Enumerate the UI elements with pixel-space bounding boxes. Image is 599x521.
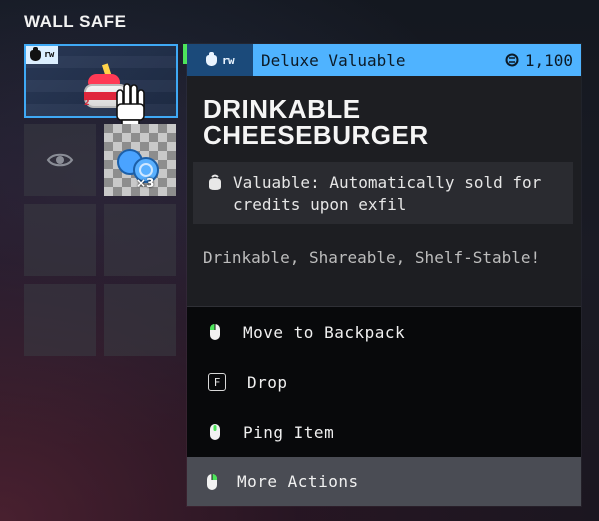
credits-count: ×3 bbox=[136, 176, 155, 190]
brand-tag-label: rw bbox=[221, 53, 235, 67]
selected-item-slot[interactable]: rw 2 bbox=[24, 44, 178, 132]
inventory-slot-empty[interactable] bbox=[104, 284, 176, 356]
item-traits: Drinkable, Shareable, Shelf-Stable! bbox=[203, 248, 541, 267]
inventory-slot-locked[interactable] bbox=[24, 124, 96, 196]
action-label: Move to Backpack bbox=[243, 322, 406, 342]
price: 1,100 bbox=[505, 51, 573, 70]
bag-icon bbox=[209, 174, 221, 190]
key-f-icon: F bbox=[208, 373, 226, 391]
mouse-right-click-icon bbox=[207, 473, 217, 490]
action-move-to-backpack[interactable]: Move to Backpack bbox=[187, 307, 581, 357]
item-tooltip-panel: rw Deluxe Valuable 1,100 DRINKABLE CHEES… bbox=[187, 44, 581, 506]
price-value: 1,100 bbox=[524, 50, 573, 70]
credits-icon bbox=[505, 53, 519, 67]
item-actions-menu: Move to Backpack F Drop Ping Item More A… bbox=[187, 307, 581, 506]
wall-safe-title: WALL SAFE bbox=[24, 12, 127, 31]
item-brand-tag: rw bbox=[26, 46, 58, 64]
bag-icon bbox=[30, 46, 41, 61]
mouse-left-click-icon bbox=[210, 324, 220, 340]
header-brand-tag: rw bbox=[187, 44, 253, 76]
inventory-slot-credits[interactable]: ×3 bbox=[104, 124, 176, 196]
mouse-middle-click-icon bbox=[210, 424, 220, 440]
action-more-actions[interactable]: More Actions bbox=[187, 457, 581, 506]
action-drop[interactable]: F Drop bbox=[187, 357, 581, 407]
valuable-note: Valuable: Automatically sold for credits… bbox=[233, 173, 542, 214]
action-label: Drop bbox=[247, 372, 288, 392]
valuable-note-box: Valuable: Automatically sold for credits… bbox=[193, 162, 573, 224]
item-name: DRINKABLE CHEESEBURGER bbox=[203, 94, 429, 150]
inventory-slot-empty[interactable] bbox=[104, 204, 176, 276]
cup-label: 2 bbox=[84, 98, 90, 107]
inventory-slot-empty[interactable] bbox=[24, 204, 96, 276]
bag-icon bbox=[205, 51, 217, 66]
rarity-label: Deluxe Valuable bbox=[261, 50, 406, 70]
action-label: Ping Item bbox=[243, 422, 335, 442]
action-label: More Actions bbox=[237, 472, 359, 491]
eye-icon bbox=[46, 153, 74, 167]
tooltip-header: rw Deluxe Valuable 1,100 bbox=[187, 44, 581, 76]
inventory-slot-empty[interactable] bbox=[24, 284, 96, 356]
brand-tag-label: rw bbox=[44, 50, 54, 60]
action-ping-item[interactable]: Ping Item bbox=[187, 407, 581, 457]
